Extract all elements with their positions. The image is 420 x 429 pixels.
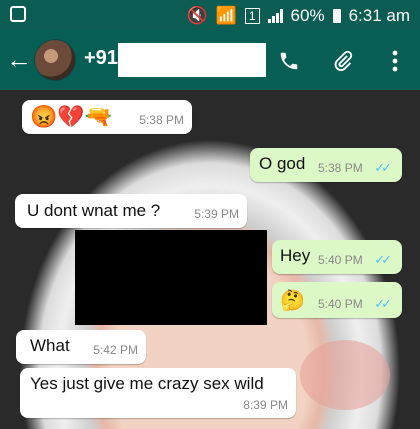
avatar[interactable] — [34, 39, 76, 81]
message-text: U dont wnat me ? — [27, 201, 161, 220]
arrow-left-icon[interactable]: ← — [6, 44, 32, 74]
redacted-message — [75, 230, 267, 325]
notification-icon — [10, 6, 26, 22]
message-bubble[interactable]: O god 5:38 PM ✓✓ — [250, 148, 402, 182]
message-text: Yes just give me crazy sex wild — [30, 374, 264, 393]
phone-icon[interactable] — [276, 48, 302, 74]
message-bubble[interactable]: Yes just give me crazy sex wild 8:39 PM — [20, 368, 296, 418]
status-bar: 🔇 📶 1 60% 6:31 am — [0, 0, 420, 30]
signal-icon — [267, 9, 283, 23]
message-time: 5:38 PM — [318, 161, 363, 175]
chat-area[interactable]: 😡💔🔫 5:38 PM O god 5:38 PM ✓✓ U dont wnat… — [0, 90, 420, 429]
chat-header: ← +91 — [0, 30, 420, 90]
paperclip-icon[interactable] — [330, 48, 356, 74]
contact-name[interactable]: +91 — [84, 47, 118, 70]
mute-icon: 🔇 — [186, 6, 208, 25]
read-ticks-icon: ✓✓ — [374, 160, 392, 175]
message-bubble[interactable]: 🤔 5:40 PM ✓✓ — [272, 282, 402, 318]
redaction-bar — [118, 43, 266, 77]
message-bubble[interactable]: 😡💔🔫 5:38 PM — [22, 100, 192, 134]
message-text: Hey — [280, 246, 311, 265]
clock: 6:31 am — [348, 6, 410, 25]
message-time: 5:38 PM — [139, 113, 184, 127]
more-vertical-icon[interactable] — [382, 48, 408, 74]
status-indicators: 🔇 📶 1 60% 6:31 am — [187, 6, 411, 26]
message-time: 8:39 PM — [243, 398, 288, 412]
message-time: 5:39 PM — [194, 207, 239, 221]
wallpaper-detail — [300, 340, 390, 410]
message-bubble[interactable]: U dont wnat me ? 5:39 PM — [15, 194, 247, 228]
wifi-icon: 📶 — [215, 6, 237, 25]
sim-indicator: 1 — [244, 8, 260, 24]
message-time: 5:40 PM — [318, 253, 363, 267]
message-bubble[interactable]: Hey 5:40 PM ✓✓ — [272, 240, 402, 274]
read-ticks-icon: ✓✓ — [374, 252, 392, 267]
message-text: 😡💔🔫 — [30, 104, 113, 129]
message-time: 5:40 PM — [318, 297, 363, 311]
read-ticks-icon: ✓✓ — [374, 296, 392, 311]
message-bubble[interactable]: What 5:42 PM — [16, 330, 146, 364]
message-text: O god — [259, 154, 306, 173]
battery-level: 60% — [290, 6, 325, 25]
message-time: 5:42 PM — [93, 343, 138, 357]
message-text: What — [30, 336, 70, 355]
battery-icon — [332, 9, 341, 23]
message-text: 🤔 — [280, 290, 305, 312]
